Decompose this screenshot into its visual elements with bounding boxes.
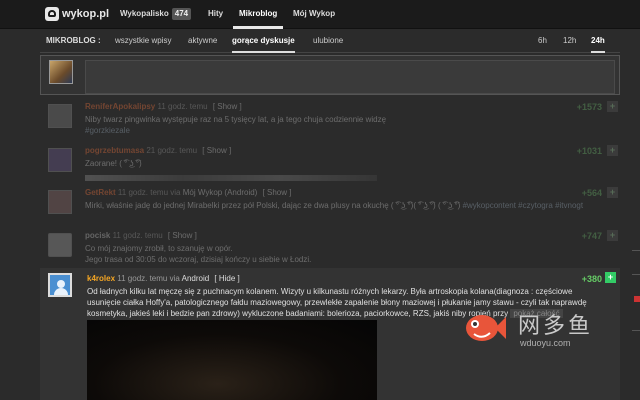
nav-wykopalisko[interactable]: Wykopalisko 474	[120, 0, 192, 29]
nav-wykopalisko-badge: 474	[171, 8, 192, 20]
avatar[interactable]	[48, 233, 72, 257]
nav-moj-wykop[interactable]: Mój Wykop	[293, 0, 335, 29]
entry: pogrzebtumasa 21 godz. temu [ Show ] Zao…	[40, 144, 620, 188]
entry: ReniferApokalipsy 11 godz. temu [ Show ]…	[40, 100, 620, 142]
divider	[632, 330, 640, 331]
upvote-button[interactable]: +	[607, 145, 618, 156]
nav-hity-label: Hity	[208, 9, 224, 18]
watermark: 网多鱼 wduoyu.com	[462, 306, 632, 356]
timestamp: 11 godz. temu	[157, 102, 208, 111]
upvote-button[interactable]: +	[605, 272, 616, 283]
tab-6h[interactable]: 6h	[538, 36, 547, 53]
avatar[interactable]	[48, 190, 72, 214]
divider	[632, 274, 640, 275]
author-link[interactable]: pogrzebtumasa	[85, 146, 144, 155]
watermark-url: wduoyu.com	[520, 338, 571, 348]
avatar[interactable]	[48, 273, 72, 297]
tab-24h[interactable]: 24h	[591, 36, 605, 53]
author-link[interactable]: GetRekt	[85, 188, 116, 197]
nav-wykopalisko-label: Wykopalisko	[120, 9, 169, 18]
timestamp: 11 godz. temu via	[117, 274, 180, 283]
side-marker	[634, 296, 640, 302]
logo-icon	[45, 7, 59, 21]
show-button[interactable]: [ Show ]	[168, 231, 197, 240]
vote-count: +1031	[576, 146, 602, 156]
logo[interactable]: wykop.pl	[45, 6, 109, 22]
author-link[interactable]: ReniferApokalipsy	[85, 102, 155, 111]
nav-hity[interactable]: Hity	[208, 0, 223, 29]
timestamp: 11 godz. temu	[112, 231, 163, 240]
entry-body: Zaorane! ( ͡° ͜ʖ ͡°)	[85, 158, 605, 169]
top-navigation: wykop.pl Wykopalisko 474 Hity Mikroblog M…	[0, 0, 640, 29]
via-app: Android	[181, 274, 210, 283]
tab-aktywne[interactable]: aktywne	[188, 36, 217, 53]
upvote-button[interactable]: +	[607, 230, 618, 241]
entry: pocisk 11 godz. temu [ Show ] Co mój zna…	[40, 229, 620, 265]
nav-mikroblog-label: Mikroblog	[239, 9, 278, 18]
avatar[interactable]	[48, 104, 72, 128]
author-link[interactable]: pocisk	[85, 231, 110, 240]
current-user-avatar[interactable]	[49, 60, 73, 84]
show-button[interactable]: [ Show ]	[263, 188, 292, 197]
hide-button[interactable]: [ Hide ]	[214, 274, 239, 283]
nav-mikroblog[interactable]: Mikroblog	[233, 0, 284, 29]
embedded-image[interactable]	[85, 175, 377, 181]
entry-textarea[interactable]	[85, 60, 615, 94]
entry-header: k4rolex 11 godz. temu via Android [ Hide…	[87, 274, 240, 283]
user-head-icon	[57, 280, 65, 288]
entry-text: Mirki, właśnie jadę do jednej Mirabelki …	[85, 201, 461, 210]
mikroblog-subnav: MIKROBLOG : wszystkie wpisy aktywne gorą…	[40, 29, 620, 53]
entry-text-line2: Jego trasa od 30:05 do wczoraj, dzisiaj …	[85, 255, 312, 264]
upvote-button[interactable]: +	[607, 187, 618, 198]
new-entry-composer	[40, 55, 620, 95]
user-body-icon	[54, 288, 68, 295]
entry-text: Co mój znajomy zrobił, to szanuję w opór…	[85, 244, 233, 253]
via-app: Mój Wykop (Android)	[182, 188, 258, 197]
entry-body: Niby twarz pingwinka występuje raz na 5 …	[85, 114, 605, 136]
timestamp: 11 godz. temu via	[117, 188, 181, 197]
entry-body: Co mój znajomy zrobił, to szanuję w opór…	[85, 243, 605, 265]
tab-wszystkie-wpisy[interactable]: wszystkie wpisy	[115, 36, 171, 53]
hashtag-link[interactable]: #gorzkiezale	[85, 125, 605, 136]
tab-12h[interactable]: 12h	[563, 36, 576, 53]
entry-header: GetRekt 11 godz. temu via Mój Wykop (And…	[85, 188, 291, 197]
logo-text: wykop.pl	[62, 8, 110, 20]
upvote-button[interactable]: +	[607, 101, 618, 112]
divider	[632, 250, 640, 251]
vote-count: +1573	[576, 102, 602, 112]
vote-count: +747	[581, 231, 602, 241]
subnav-label: MIKROBLOG :	[46, 36, 101, 45]
show-button[interactable]: [ Show ]	[213, 102, 242, 111]
embedded-photo[interactable]	[87, 320, 377, 400]
timestamp: 21 godz. temu	[146, 146, 198, 155]
show-button[interactable]: [ Show ]	[202, 146, 231, 155]
nav-moj-wykop-label: Mój Wykop	[293, 9, 336, 18]
entry-header: pocisk 11 godz. temu [ Show ]	[85, 231, 197, 240]
entry-header: ReniferApokalipsy 11 godz. temu [ Show ]	[85, 102, 242, 111]
entry-text: Niby twarz pingwinka występuje raz na 5 …	[85, 115, 387, 124]
entry: GetRekt 11 godz. temu via Mój Wykop (And…	[40, 186, 620, 224]
vote-count: +564	[581, 188, 602, 198]
entry-body: Mirki, właśnie jadę do jednej Mirabelki …	[85, 200, 605, 211]
hashtag-link[interactable]: #wykopcontent #czytogra #itvnogt	[463, 201, 584, 210]
vote-count: +380	[581, 274, 602, 284]
tab-ulubione[interactable]: ulubione	[313, 36, 343, 53]
avatar[interactable]	[48, 148, 72, 172]
author-link[interactable]: k4rolex	[87, 274, 115, 283]
tab-gorace-dyskusje[interactable]: gorące dyskusje	[232, 36, 295, 53]
watermark-text: 网多鱼	[518, 314, 594, 339]
fish-logo-icon	[466, 315, 506, 341]
entry-text: Zaorane! ( ͡° ͜ʖ ͡°)	[85, 159, 142, 168]
entry-header: pogrzebtumasa 21 godz. temu [ Show ]	[85, 146, 231, 155]
